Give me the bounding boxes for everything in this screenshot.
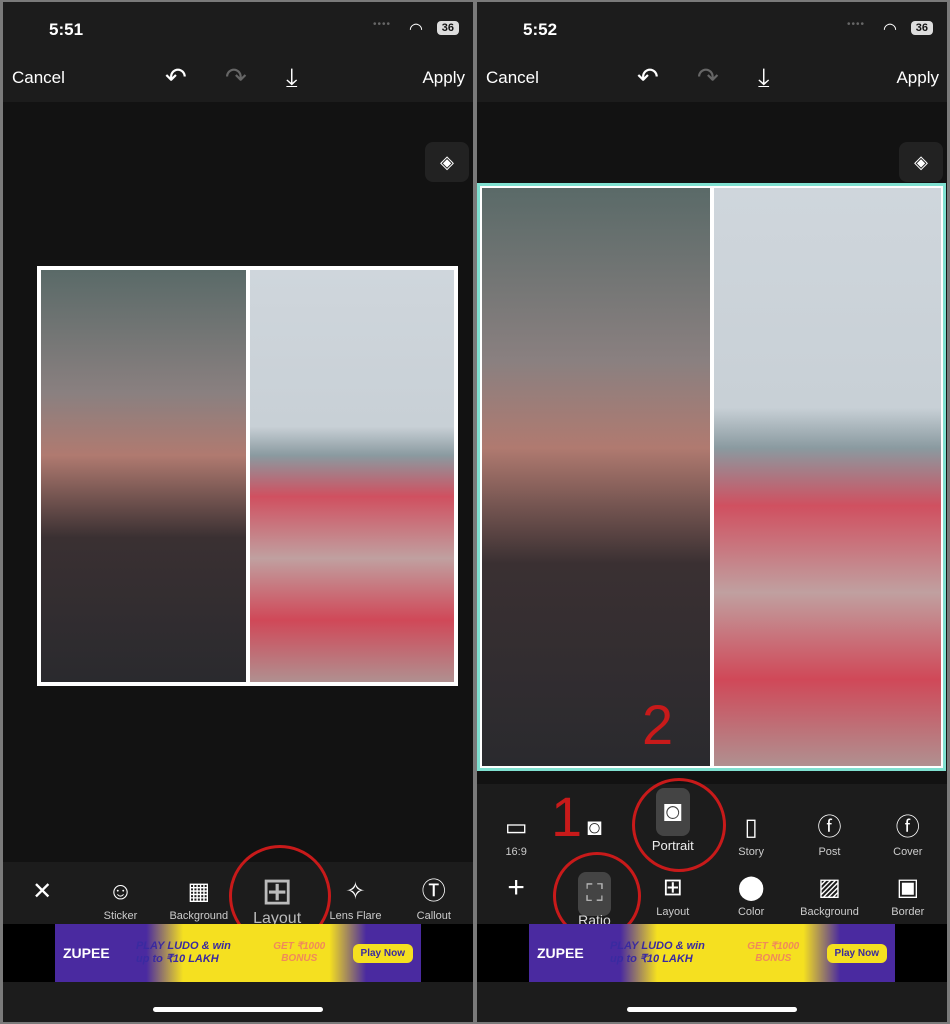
sparkle-icon: ✧ — [345, 878, 366, 905]
ratio-16-9[interactable]: ▭ 16:9 — [478, 812, 554, 858]
ad-banner[interactable]: ZUPEE PLAY LUDO & win up to ₹10 LAKH GET… — [529, 924, 895, 982]
cancel-button[interactable]: Cancel — [12, 68, 65, 88]
ad-cta[interactable]: Play Now — [826, 943, 887, 963]
tool-background[interactable]: ▨ Background — [791, 872, 867, 918]
ad-headline: PLAY LUDO & win up to ₹10 LAKH — [135, 940, 231, 965]
ad-banner[interactable]: ZUPEE PLAY LUDO & win up to ₹10 LAKH GET… — [55, 924, 421, 982]
landscape-icon: ▭ — [504, 814, 528, 841]
ratio-cover[interactable]: ⓕ Cover — [870, 812, 946, 858]
signal-icon: •••• — [372, 19, 391, 30]
tool-color[interactable]: ⬤ Color — [713, 872, 789, 918]
photo-left[interactable] — [482, 188, 710, 766]
undo-icon[interactable]: ↶ — [637, 62, 659, 93]
collage[interactable] — [477, 183, 946, 771]
add-button[interactable]: + — [478, 872, 554, 906]
facebook-icon: ⓕ — [895, 814, 920, 841]
callout-icon: Ⓣ — [421, 878, 446, 905]
phone-screen-right: 5:52 •••• ◠ 36 Cancel ↶ ↷ ⤓ Apply ◈ 2 ▭ 1… — [477, 2, 947, 1022]
highlight-circle-portrait — [632, 778, 726, 872]
ad-headline: PLAY LUDO & win up to ₹10 LAKH — [609, 940, 705, 965]
top-nav: Cancel ↶ ↷ ⤓ Apply — [3, 60, 473, 100]
instagram-icon: ◙ — [587, 814, 602, 841]
photo-right[interactable] — [713, 188, 941, 766]
toolbar: + ⛶ Ratio ⊞ Layout ⬤ Color ▨ Background ▣ Bor… — [477, 872, 947, 929]
ratio-post[interactable]: ⓕ Post — [791, 812, 867, 858]
redo-icon[interactable]: ↷ — [225, 62, 247, 93]
tool-sticker[interactable]: ☺ Sticker — [82, 876, 158, 922]
collage[interactable] — [37, 266, 458, 686]
home-indicator[interactable] — [153, 1007, 323, 1012]
close-button[interactable]: ✕ — [4, 876, 80, 910]
status-bar: 5:51 •••• ◠ 36 — [3, 2, 473, 52]
photo-right[interactable] — [249, 270, 454, 682]
phone-screen-left: 5:51 •••• ◠ 36 Cancel ↶ ↷ ⤓ Apply ◈ ✕ ☺ S… — [3, 2, 473, 1022]
color-icon: ⬤ — [737, 874, 765, 901]
clock: 5:51 — [49, 20, 84, 39]
photo-left[interactable] — [41, 270, 246, 682]
apply-button[interactable]: Apply — [422, 68, 465, 88]
home-indicator[interactable] — [627, 1007, 797, 1012]
layout-icon: ⊞ — [662, 874, 683, 901]
annotation-1: 1 — [551, 785, 583, 848]
cancel-button[interactable]: Cancel — [486, 68, 539, 88]
canvas: ◈ — [3, 102, 473, 862]
tool-background[interactable]: ▦ Background — [161, 876, 237, 922]
layers-icon[interactable]: ◈ — [899, 142, 943, 182]
annotation-2: 2 — [642, 693, 674, 756]
plus-icon: + — [507, 871, 525, 904]
wifi-icon: ◠ — [883, 21, 897, 38]
top-nav: Cancel ↶ ↷ ⤓ Apply — [477, 60, 947, 100]
battery-icon: 36 — [436, 21, 459, 35]
battery-icon: 36 — [910, 21, 933, 35]
undo-icon[interactable]: ↶ — [165, 62, 187, 93]
wifi-icon: ◠ — [409, 21, 423, 38]
border-icon: ▣ — [896, 874, 920, 901]
close-icon: ✕ — [32, 878, 53, 905]
download-icon[interactable]: ⤓ — [286, 62, 298, 94]
ad-cta[interactable]: Play Now — [352, 943, 413, 963]
ad-brand: ZUPEE — [63, 945, 110, 961]
clock: 5:52 — [523, 20, 558, 39]
tool-callout[interactable]: Ⓣ Callout — [396, 876, 472, 922]
redo-icon[interactable]: ↷ — [697, 62, 719, 93]
apply-button[interactable]: Apply — [896, 68, 939, 88]
instagram-story-icon: ▯ — [744, 814, 758, 841]
tool-layout[interactable]: ⊞ Layout — [635, 872, 711, 918]
tool-border[interactable]: ▣ Border — [870, 872, 946, 918]
sticker-icon: ☺ — [108, 878, 133, 905]
ad-bonus: GET ₹1000 BONUS — [747, 941, 800, 964]
stripes-icon: ▨ — [818, 874, 841, 901]
signal-icon: •••• — [846, 19, 865, 30]
layers-icon[interactable]: ◈ — [425, 142, 469, 182]
ad-bonus: GET ₹1000 BONUS — [273, 941, 326, 964]
status-bar: 5:52 •••• ◠ 36 — [477, 2, 947, 52]
facebook-icon: ⓕ — [817, 814, 842, 841]
canvas: ◈ 2 — [477, 102, 947, 862]
ad-brand: ZUPEE — [537, 945, 584, 961]
download-icon[interactable]: ⤓ — [758, 62, 770, 94]
checker-icon: ▦ — [187, 878, 211, 905]
